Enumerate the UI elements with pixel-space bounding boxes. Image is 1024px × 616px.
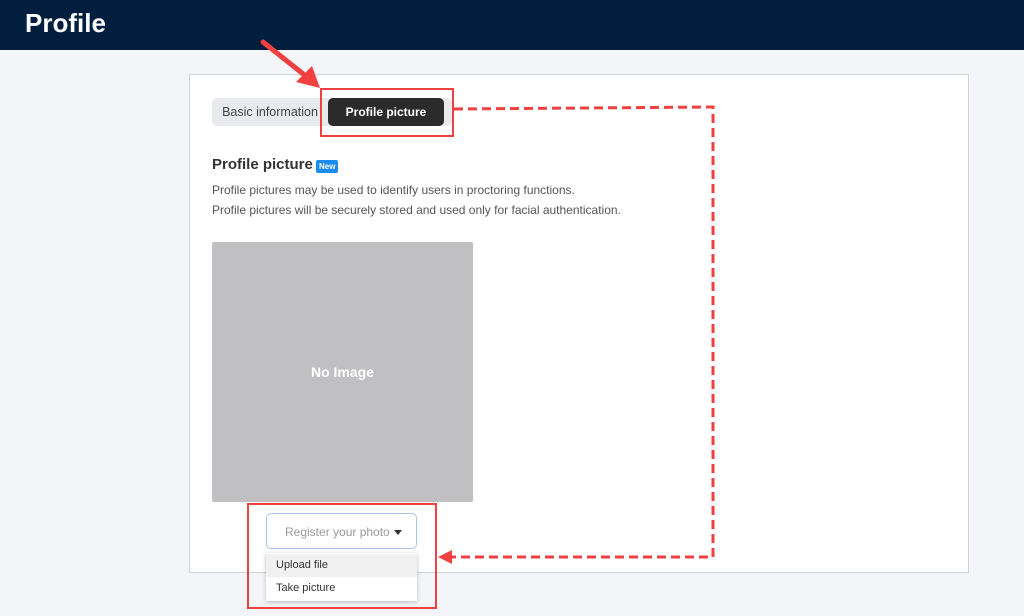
tab-highlight-box bbox=[320, 88, 454, 137]
header-bar: Profile bbox=[0, 0, 1024, 50]
section-title: Profile picture bbox=[212, 156, 313, 173]
description-line-1: Profile pictures may be used to identify… bbox=[212, 183, 575, 197]
dropdown-highlight-box bbox=[247, 503, 437, 609]
page-title: Profile bbox=[25, 8, 106, 38]
new-badge: New bbox=[316, 160, 339, 173]
description-line-2: Profile pictures will be securely stored… bbox=[212, 203, 621, 217]
profile-image-placeholder: No Image bbox=[212, 242, 473, 502]
tab-basic-information[interactable]: Basic information bbox=[212, 98, 328, 126]
no-image-label: No Image bbox=[310, 364, 374, 380]
